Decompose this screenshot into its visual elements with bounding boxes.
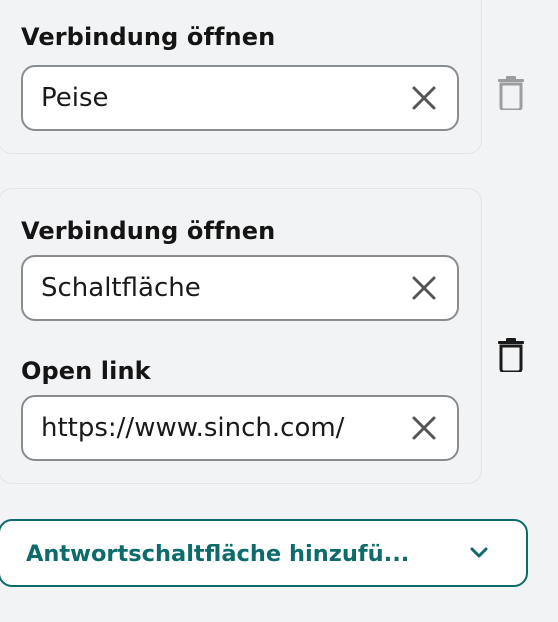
field-value: https://www.sinch.com/ bbox=[41, 413, 345, 443]
button-text-field[interactable]: Schaltfläche bbox=[21, 255, 459, 321]
trash-icon[interactable] bbox=[498, 338, 524, 372]
chevron-down-icon bbox=[470, 547, 488, 558]
close-icon[interactable] bbox=[411, 415, 437, 441]
link-url-field[interactable]: https://www.sinch.com/ bbox=[21, 395, 459, 461]
field-label: Verbindung öffnen bbox=[21, 217, 276, 245]
button-text-field[interactable]: Peise bbox=[21, 65, 459, 131]
close-icon[interactable] bbox=[411, 275, 437, 301]
close-icon[interactable] bbox=[411, 85, 437, 111]
field-value: Peise bbox=[41, 83, 109, 113]
add-reply-button[interactable]: Antwortschaltfläche hinzufü... bbox=[0, 519, 528, 587]
add-reply-button-label: Antwortschaltfläche hinzufü... bbox=[26, 541, 410, 567]
link-label: Open link bbox=[21, 357, 151, 385]
trash-icon[interactable] bbox=[498, 76, 524, 110]
field-value: Schaltfläche bbox=[41, 273, 201, 303]
button-card-2: Verbindung öffnen Schaltfläche Open link… bbox=[0, 188, 482, 484]
field-label: Verbindung öffnen bbox=[21, 23, 276, 51]
button-card-1: Verbindung öffnen Peise bbox=[0, 0, 482, 154]
